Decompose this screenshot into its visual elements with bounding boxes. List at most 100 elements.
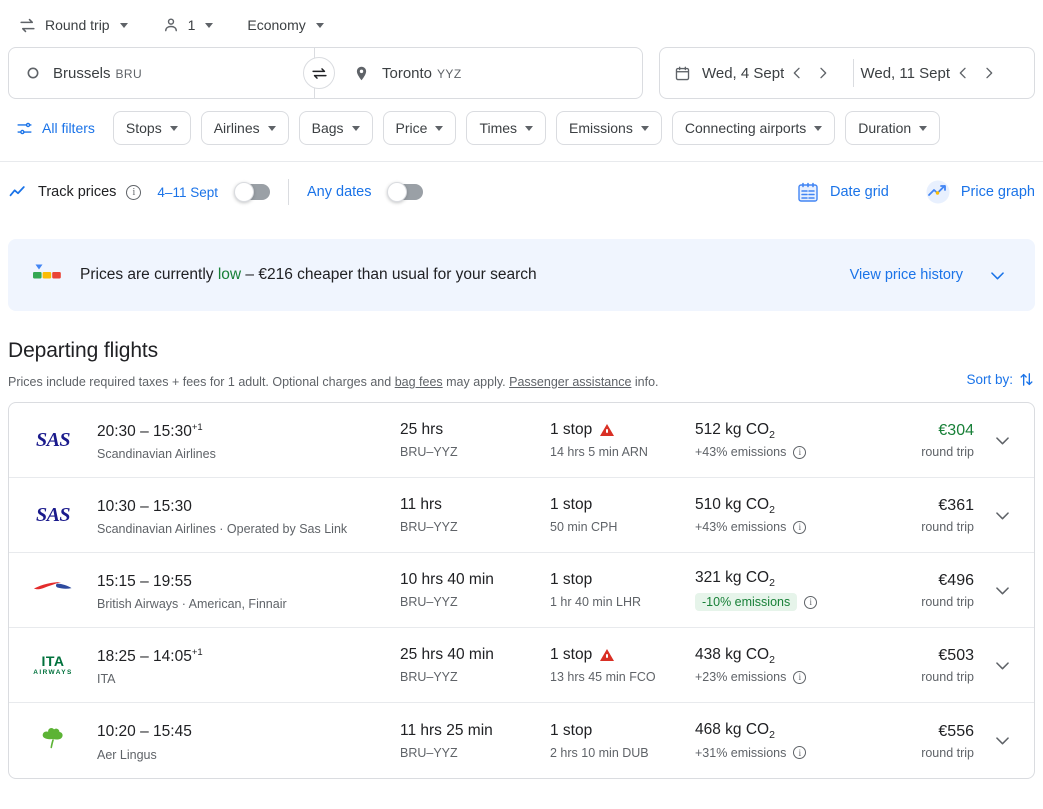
- trending-line-icon: [8, 182, 28, 202]
- chip-label: Price: [395, 120, 428, 136]
- times-text: 15:15 – 19:55: [97, 573, 192, 591]
- passengers-count: 1: [187, 17, 196, 33]
- return-date-field[interactable]: Wed, 11 Sept: [860, 48, 1034, 98]
- depart-date-field[interactable]: Wed, 4 Sept: [660, 48, 848, 98]
- cabin-class-selector[interactable]: Economy: [237, 11, 333, 39]
- flight-times: 18:25 – 14:05+1: [97, 643, 400, 667]
- expand-flight-button[interactable]: [978, 506, 1026, 525]
- flight-route: BRU–YYZ: [400, 445, 458, 459]
- times-text: 10:30 – 15:30: [97, 498, 192, 516]
- emissions-line: -10% emissions i: [695, 593, 895, 612]
- info-icon[interactable]: i: [126, 184, 142, 200]
- trip-options-bar: Round trip 1 Economy: [0, 0, 1043, 44]
- filter-chip-airlines[interactable]: Airlines: [200, 111, 289, 145]
- stops-cell: 1 stop 1 hr 40 min LHR: [550, 570, 695, 610]
- banner-expand-button[interactable]: [983, 261, 1011, 289]
- track-date-range-label: 4–11 Sept: [157, 184, 218, 200]
- expand-flight-button[interactable]: [978, 431, 1026, 450]
- aer-lingus-logo: [36, 721, 70, 760]
- times-text: 20:30 – 15:30: [97, 423, 192, 441]
- view-price-history-link[interactable]: View price history: [850, 267, 963, 283]
- stops-line: 1 stop: [550, 645, 695, 665]
- depart-prev-day-button[interactable]: [784, 60, 810, 86]
- filter-chip-duration[interactable]: Duration: [845, 111, 941, 145]
- destination-input[interactable]: Toronto YYZ: [315, 48, 642, 98]
- layover-info: 2 hrs 10 min DUB: [550, 745, 649, 760]
- co2-subscript: 2: [769, 577, 775, 590]
- emissions-line: +23% emissions i: [695, 670, 895, 684]
- price-graph-button[interactable]: Price graph: [925, 179, 1035, 205]
- trip-type-selector[interactable]: Round trip: [8, 10, 138, 41]
- filters-row: All filters Stops Airlines Bags Price Ti…: [0, 100, 1043, 146]
- price-cell: €556 round trip: [895, 722, 978, 760]
- filter-chip-stops[interactable]: Stops: [112, 111, 191, 145]
- origin-city: Brussels BRU: [53, 65, 142, 82]
- stops-count: 1 stop: [550, 571, 593, 588]
- any-dates-toggle[interactable]: [387, 181, 424, 202]
- sort-by-button[interactable]: Sort by:: [966, 371, 1035, 388]
- swap-airports-button[interactable]: [303, 57, 335, 89]
- filter-chip-bags[interactable]: Bags: [298, 111, 373, 145]
- bag-fees-link[interactable]: bag fees: [395, 375, 443, 389]
- chip-label: Times: [479, 120, 518, 136]
- price-insight-banner: Prices are currently low – €216 cheaper …: [8, 239, 1035, 311]
- price-insight-text: Prices are currently low – €216 cheaper …: [80, 266, 537, 284]
- table-row[interactable]: ITA AIRWAYS 18:25 – 14:05+1 ITA 25 hrs 4…: [9, 628, 1034, 703]
- flight-times: 15:15 – 19:55: [97, 568, 400, 592]
- co2-amount: 468 kg CO2: [695, 721, 895, 741]
- filter-chip-emissions[interactable]: Emissions: [556, 111, 662, 145]
- all-filters-button[interactable]: All filters: [8, 114, 103, 143]
- table-row[interactable]: 10:20 – 15:45 Aer Lingus 11 hrs 25 min B…: [9, 703, 1034, 778]
- stops-cell: 1 stop 2 hrs 10 min DUB: [550, 721, 695, 761]
- expand-flight-button[interactable]: [978, 581, 1026, 600]
- flight-price: €503: [938, 647, 974, 664]
- info-icon[interactable]: i: [804, 595, 818, 609]
- info-icon[interactable]: i: [793, 445, 807, 459]
- chevron-down-icon: [919, 125, 928, 131]
- table-row[interactable]: SAS 10:30 – 15:30 Scandinavian Airlines …: [9, 478, 1034, 553]
- chevron-down-icon: [351, 125, 360, 131]
- price-type: round trip: [921, 745, 974, 760]
- info-icon[interactable]: i: [793, 670, 807, 684]
- stops-count: 1 stop: [550, 721, 593, 739]
- sas-logo: SAS: [35, 503, 71, 526]
- expand-flight-button[interactable]: [978, 656, 1026, 675]
- filter-chip-price[interactable]: Price: [382, 111, 457, 145]
- emissions-delta: +23% emissions: [695, 670, 787, 685]
- passenger-assistance-link[interactable]: Passenger assistance: [509, 375, 631, 389]
- flight-search-page: Round trip 1 Economy Brussels BRU Toront…: [0, 0, 1043, 809]
- airline-name: Scandinavian Airlines · Operated by Sas …: [97, 522, 348, 537]
- airline-logo-cell: SAS: [9, 504, 97, 527]
- price-disclaimer: Prices include required taxes + fees for…: [8, 375, 659, 389]
- departing-flights-header: Departing flights Prices include require…: [0, 311, 1043, 389]
- depart-next-day-button[interactable]: [810, 60, 836, 86]
- airline-logo-cell: ITA AIRWAYS: [9, 654, 97, 677]
- info-icon[interactable]: i: [793, 746, 807, 760]
- sort-arrows-icon: [1018, 371, 1035, 388]
- flight-duration: 10 hrs 40 min: [400, 571, 494, 588]
- layover-info: 1 hr 40 min LHR: [550, 595, 642, 609]
- info-icon[interactable]: i: [793, 520, 807, 534]
- return-next-day-button[interactable]: [976, 60, 1002, 86]
- track-date-range-toggle[interactable]: [233, 181, 270, 202]
- filter-chip-times[interactable]: Times: [466, 111, 547, 145]
- warning-triangle-icon: [600, 424, 615, 436]
- table-row[interactable]: 15:15 – 19:55 British Airways · American…: [9, 553, 1034, 628]
- banner-suffix: – €216 cheaper than usual for your searc…: [241, 266, 537, 283]
- return-prev-day-button[interactable]: [950, 60, 976, 86]
- day-offset: +1: [191, 646, 203, 658]
- emissions-line: +43% emissions i: [695, 445, 895, 459]
- date-grid-button[interactable]: Date grid: [796, 180, 889, 204]
- price-type: round trip: [921, 670, 974, 684]
- filter-chip-connecting-airports[interactable]: Connecting airports: [671, 111, 836, 145]
- passengers-selector[interactable]: 1: [152, 10, 224, 40]
- expand-flight-button[interactable]: [978, 731, 1026, 750]
- price-graph-icon: [925, 179, 951, 205]
- flight-times-cell: 20:30 – 15:30+1 Scandinavian Airlines: [97, 418, 400, 462]
- co2-subscript: 2: [769, 504, 775, 517]
- table-row[interactable]: SAS 20:30 – 15:30+1 Scandinavian Airline…: [9, 403, 1034, 478]
- origin-input[interactable]: Brussels BRU: [9, 48, 314, 98]
- duration-cell: 25 hrs BRU–YYZ: [400, 420, 550, 460]
- search-fields-row: Brussels BRU Toronto YYZ Wed, 4 Sept Wed…: [0, 46, 1043, 100]
- price-cell: €496 round trip: [895, 571, 978, 609]
